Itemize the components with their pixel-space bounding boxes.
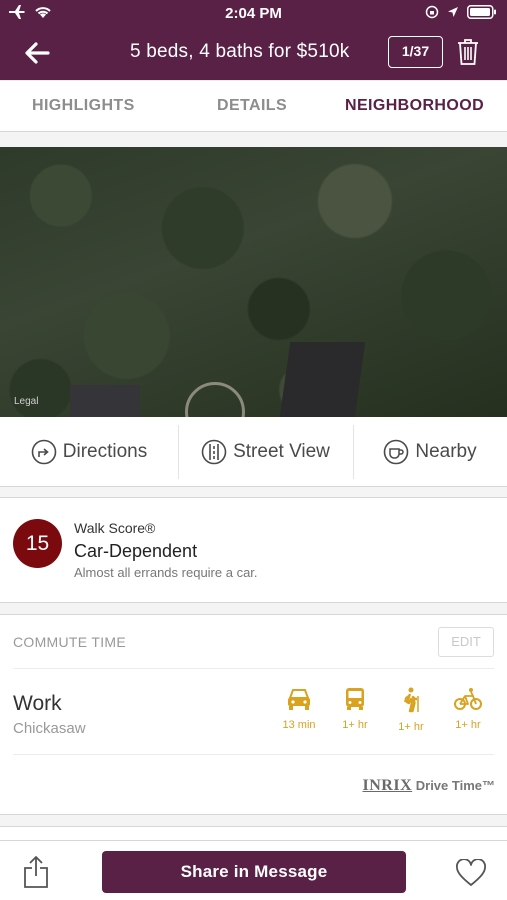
commute-mode-bus[interactable]: 1+ hr bbox=[330, 687, 380, 731]
house-roof bbox=[279, 342, 366, 417]
status-bar: 2:04 PM bbox=[0, 0, 507, 28]
app-header: 2:04 PM 5 beds, 4 baths for $510k 1/37 bbox=[0, 0, 507, 80]
photo-count-button[interactable]: 1/37 bbox=[388, 36, 443, 68]
battery-icon bbox=[467, 5, 496, 19]
bus-icon bbox=[346, 688, 364, 710]
map-legal-link[interactable]: Legal bbox=[14, 396, 38, 407]
commute-mode-time: 1+ hr bbox=[398, 721, 424, 733]
street-view-label: Street View bbox=[233, 441, 330, 462]
tab-details[interactable]: DETAILS bbox=[217, 97, 287, 115]
commute-mode-time: 1+ hr bbox=[455, 719, 481, 731]
tab-neighborhood[interactable]: NEIGHBORHOOD bbox=[345, 97, 484, 115]
back-arrow-icon[interactable] bbox=[22, 38, 52, 68]
bike-icon bbox=[454, 688, 482, 710]
rotation-lock-icon bbox=[425, 5, 439, 19]
tab-highlights[interactable]: HIGHLIGHTS bbox=[32, 97, 135, 115]
walk-score-category: Car-Dependent bbox=[74, 541, 198, 561]
car-icon bbox=[288, 689, 310, 710]
directions-button[interactable]: Directions bbox=[0, 417, 178, 487]
commute-divider bbox=[13, 754, 494, 755]
nearby-label: Nearby bbox=[415, 441, 477, 462]
share-in-message-button[interactable]: Share in Message bbox=[102, 851, 406, 893]
commute-mode-time: 13 min bbox=[282, 719, 316, 731]
inrix-brand: INRIX bbox=[362, 777, 413, 794]
directions-label: Directions bbox=[62, 441, 148, 462]
commute-mode-walk[interactable]: 1+ hr bbox=[386, 687, 436, 733]
commute-mode-car[interactable]: 13 min bbox=[274, 687, 324, 731]
map-actions: Directions Street View Nearby bbox=[0, 417, 507, 487]
street-view-icon bbox=[201, 439, 227, 465]
share-icon[interactable] bbox=[22, 855, 50, 889]
walk-icon bbox=[404, 687, 419, 713]
satellite-map[interactable]: Legal bbox=[0, 147, 507, 417]
bottom-action-bar: Share in Message bbox=[0, 840, 507, 900]
commute-divider bbox=[13, 668, 494, 669]
location-icon bbox=[448, 7, 458, 17]
heart-icon[interactable] bbox=[455, 859, 487, 887]
edit-commute-button[interactable]: EDIT bbox=[438, 627, 494, 657]
walk-score-description: Almost all errands require a car. bbox=[74, 565, 258, 580]
commute-card: COMMUTE TIME EDIT Work Chickasaw 13 min … bbox=[0, 614, 507, 815]
commute-title: COMMUTE TIME bbox=[13, 634, 127, 650]
commute-mode-time: 1+ hr bbox=[342, 719, 368, 731]
nearby-button[interactable]: Nearby bbox=[353, 417, 507, 487]
coffee-cup-icon bbox=[384, 439, 409, 465]
directions-icon bbox=[31, 439, 57, 465]
house-roof bbox=[70, 385, 140, 417]
driveway bbox=[185, 382, 245, 417]
inrix-suffix: Drive Time™ bbox=[415, 778, 495, 793]
listing-title: 5 beds, 4 baths for $510k bbox=[130, 41, 350, 62]
tab-bar: HIGHLIGHTS DETAILS NEIGHBORHOOD bbox=[0, 80, 507, 132]
nav-row: 5 beds, 4 baths for $510k 1/37 bbox=[0, 28, 507, 78]
status-right bbox=[425, 5, 497, 19]
walk-score-card[interactable]: 15 Walk Score® Car-Dependent Almost all … bbox=[0, 497, 507, 603]
commute-mode-bike[interactable]: 1+ hr bbox=[443, 687, 493, 731]
inrix-attribution: INRIX Drive Time™ bbox=[363, 777, 496, 795]
walk-score-badge: 15 bbox=[13, 519, 62, 568]
walk-score-label: Walk Score® bbox=[74, 520, 156, 536]
street-view-button[interactable]: Street View bbox=[178, 417, 353, 487]
trash-icon[interactable] bbox=[456, 38, 480, 66]
commute-destination-name: Work bbox=[13, 692, 62, 715]
commute-destination-place: Chickasaw bbox=[13, 720, 86, 737]
